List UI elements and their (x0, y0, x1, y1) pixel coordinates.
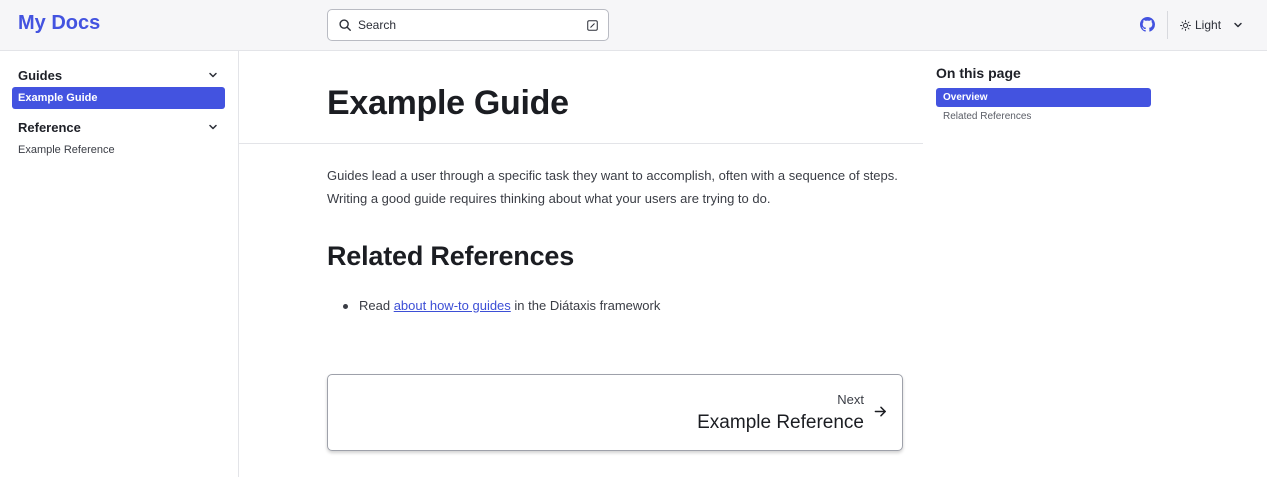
title-divider (239, 143, 923, 144)
site-title-link[interactable]: My Docs (18, 12, 100, 35)
bullet-suffix: in the Diátaxis framework (510, 298, 661, 313)
intro-paragraph: Guides lead a user through a specific ta… (327, 168, 898, 206)
next-title: Example Reference (697, 412, 864, 433)
chevron-down-icon (209, 72, 217, 78)
search-button[interactable]: Search (327, 9, 609, 41)
sidebar: Guides Example Guide Reference Example R… (0, 51, 239, 477)
toc-item-label: Overview (943, 92, 988, 103)
github-icon[interactable] (1140, 17, 1155, 32)
sidebar-item-example-reference[interactable]: Example Reference (12, 139, 225, 161)
search-label: Search (358, 18, 397, 32)
chevron-down-icon (1234, 22, 1242, 28)
page-title: Example Guide (327, 84, 569, 122)
sun-icon (1180, 19, 1191, 31)
sidebar-group-label: Reference (18, 119, 81, 135)
toc-item-overview[interactable]: Overview (936, 88, 1151, 107)
theme-select[interactable]: Light (1180, 15, 1243, 35)
theme-label: Light (1195, 18, 1222, 32)
site-header: My Docs Search Light (0, 0, 1267, 51)
main-content: Example Guide Guides lead a user through… (239, 51, 923, 477)
sidebar-item-label: Example Guide (18, 92, 98, 104)
sidebar-group-guides[interactable]: Guides (18, 65, 218, 85)
search-icon (339, 19, 351, 31)
next-page-link[interactable]: Next Example Reference (327, 374, 903, 451)
related-references-heading: Related References (327, 241, 575, 271)
bullet-prefix: Read (359, 298, 394, 313)
sidebar-item-label: Example Reference (18, 144, 115, 156)
sidebar-group-label: Guides (18, 67, 63, 83)
toc-item-related-references[interactable]: Related References (936, 107, 1151, 126)
list-item: Read about how-to guides in the Diátaxis… (327, 296, 660, 316)
toc-title: On this page (936, 65, 1021, 81)
toc-item-label: Related References (943, 111, 1032, 122)
chevron-down-icon (209, 124, 217, 130)
header-divider (1167, 11, 1168, 39)
related-list: Read about how-to guides in the Diátaxis… (327, 296, 660, 316)
sidebar-item-example-guide[interactable]: Example Guide (12, 87, 225, 109)
sidebar-group-reference[interactable]: Reference (18, 117, 218, 137)
next-label: Next (837, 392, 864, 407)
table-of-contents: On this page Overview Related References (923, 51, 1267, 477)
how-to-guides-link[interactable]: about how-to guides (394, 298, 511, 313)
arrow-right-icon (874, 406, 886, 417)
keyboard-shortcut-icon (587, 19, 598, 31)
